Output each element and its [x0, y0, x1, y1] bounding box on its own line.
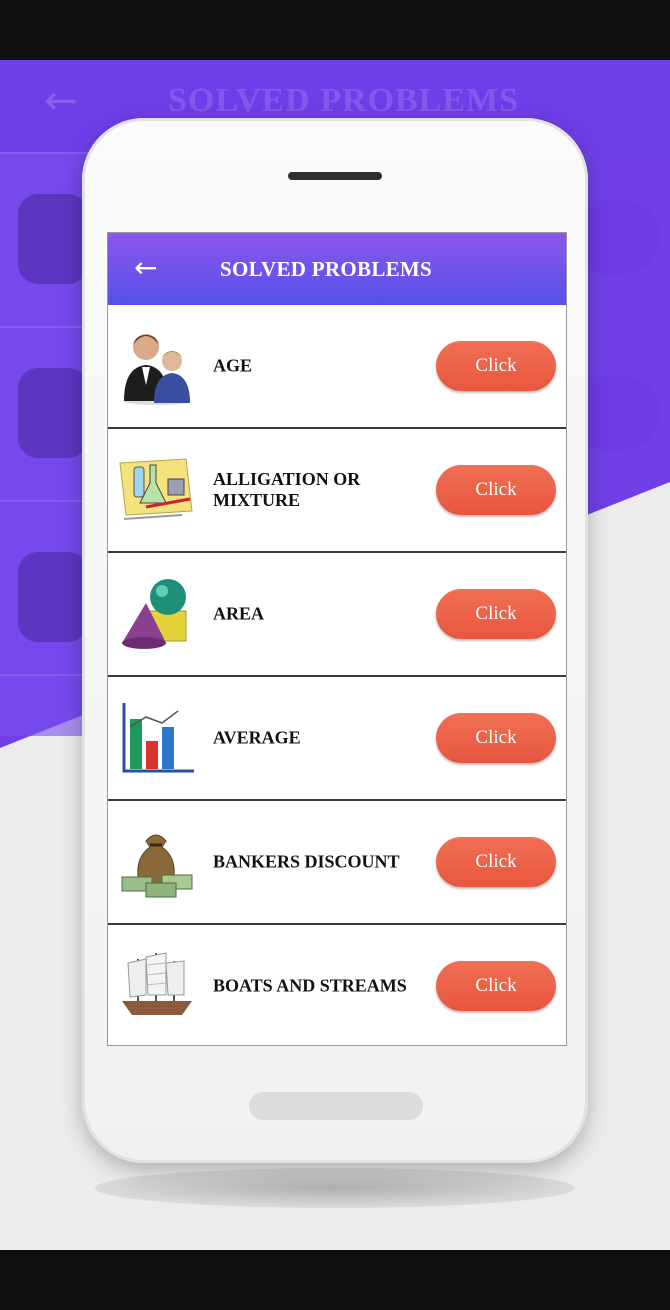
- list-item[interactable]: AVERAGE Click: [108, 677, 566, 801]
- item-label: BOATS AND STREAMS: [213, 975, 407, 996]
- click-button[interactable]: Click: [436, 341, 556, 391]
- item-label: AVERAGE: [213, 727, 301, 748]
- ghost-person-icon: [18, 194, 88, 284]
- app-bar: ← SOLVED PROBLEMS: [108, 233, 566, 305]
- list-item[interactable]: AGE Click: [108, 305, 566, 429]
- top-status-strip: [0, 0, 670, 60]
- phone-mockup: ← SOLVED PROBLEMS AGE Click ALLIGATION O…: [82, 118, 588, 1163]
- geometric-shapes-icon: [122, 579, 187, 649]
- list-item[interactable]: ALLIGATION OR MIXTURE Click: [108, 429, 566, 553]
- page-title: SOLVED PROBLEMS: [220, 257, 433, 281]
- click-button[interactable]: Click: [436, 465, 556, 515]
- item-label: ALLIGATION OR MIXTURE: [213, 469, 361, 510]
- item-label: AGE: [213, 355, 253, 376]
- ghost-shape-icon: [18, 552, 88, 642]
- list-item[interactable]: BANKERS DISCOUNT Click: [108, 801, 566, 925]
- click-button[interactable]: Click: [436, 961, 556, 1011]
- lab-flasks-icon: [119, 458, 193, 520]
- home-button[interactable]: [249, 1092, 423, 1120]
- list-item[interactable]: BOATS AND STREAMS Click: [108, 925, 566, 1045]
- app-screen: ← SOLVED PROBLEMS AGE Click ALLIGATION O…: [107, 232, 567, 1046]
- arrow-left-icon[interactable]: ←: [134, 251, 157, 284]
- problem-list: AGE Click ALLIGATION OR MIXTURE Click AR…: [108, 305, 566, 1045]
- click-button[interactable]: Click: [436, 713, 556, 763]
- bottom-strip: [0, 1250, 670, 1310]
- ghost-flask-icon: [18, 368, 88, 458]
- ghost-arrow-left-icon: ←: [44, 78, 78, 124]
- phone-speaker: [288, 172, 382, 180]
- money-bag-icon: [121, 834, 193, 898]
- item-label: BANKERS DISCOUNT: [213, 851, 400, 872]
- people-icon: [123, 334, 191, 405]
- phone-shadow: [95, 1168, 575, 1208]
- click-button[interactable]: Click: [436, 589, 556, 639]
- ghost-title: SOLVED PROBLEMS: [168, 82, 519, 119]
- click-button[interactable]: Click: [436, 837, 556, 887]
- list-item[interactable]: AREA Click: [108, 553, 566, 677]
- bar-chart-icon: [122, 703, 194, 773]
- item-label: AREA: [213, 603, 265, 624]
- sailing-ship-icon: [122, 952, 192, 1015]
